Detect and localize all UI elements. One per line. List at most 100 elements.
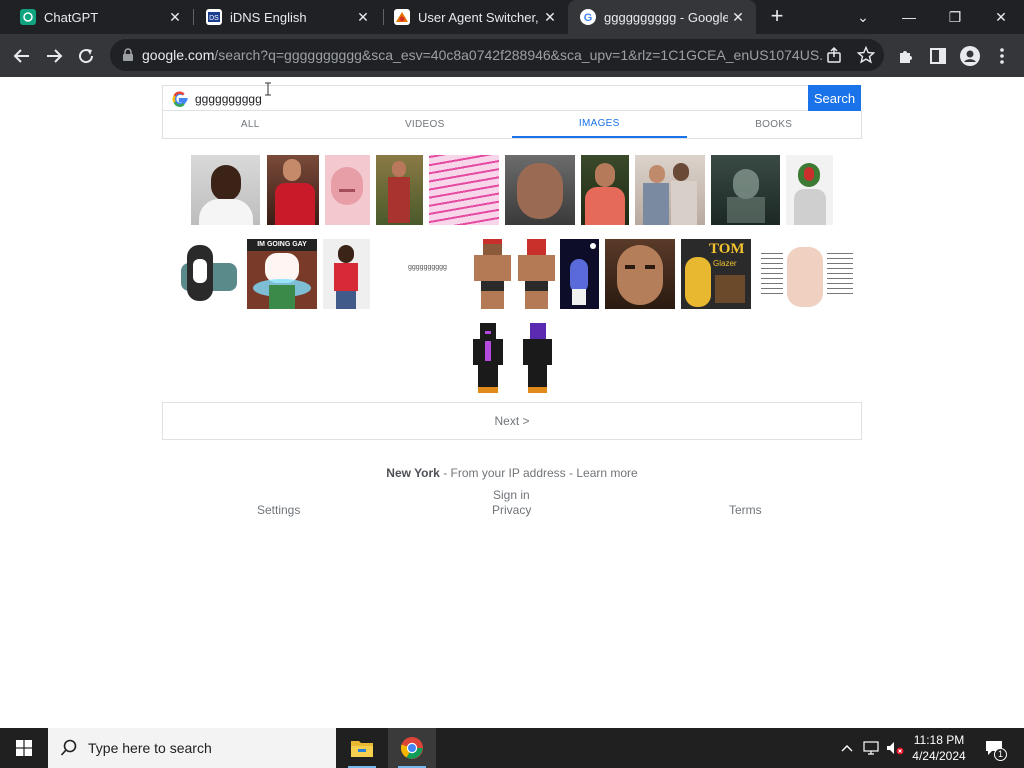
- screen: { "browser": { "tabs": [ {"title": "Chat…: [0, 0, 1024, 768]
- address-bar[interactable]: google.com/search?q=gggggggggg&sca_esv=4…: [110, 39, 884, 71]
- image-result[interactable]: [429, 155, 499, 225]
- image-result[interactable]: [191, 155, 260, 225]
- back-arrow-icon: [13, 49, 29, 63]
- tab-title: gggggggggg - Google: [604, 9, 728, 25]
- tab-google-search[interactable]: G gggggggggg - Google ✕: [568, 0, 756, 34]
- location-city: New York: [386, 466, 440, 480]
- search-icon: [60, 739, 77, 756]
- image-result[interactable]: [523, 323, 552, 393]
- search-tabs: ALL VIDEOS IMAGES BOOKS: [162, 111, 862, 139]
- terms-link[interactable]: Terms: [729, 503, 762, 517]
- image-result[interactable]: [177, 239, 237, 309]
- image-result-text[interactable]: gggggggggg: [408, 264, 447, 271]
- image-result[interactable]: [757, 239, 857, 309]
- volume-muted-icon: [887, 742, 904, 755]
- next-page-button[interactable]: Next >: [162, 402, 862, 440]
- image-result[interactable]: [267, 155, 319, 225]
- sign-in-link[interactable]: Sign in: [493, 488, 530, 502]
- clock[interactable]: 11:18 PM 4/24/2024: [904, 732, 974, 764]
- tab-search-chevron-icon[interactable]: ⌄: [840, 0, 886, 34]
- clock-time: 11:18 PM: [913, 733, 965, 747]
- chrome-taskbar-button[interactable]: [388, 728, 436, 768]
- image-result[interactable]: [518, 239, 555, 309]
- search-button[interactable]: Search: [808, 85, 861, 111]
- google-logo-icon: [172, 91, 188, 107]
- share-icon[interactable]: [825, 46, 843, 64]
- tab-user-agent-switcher[interactable]: User Agent Switcher, U ✕: [374, 0, 568, 34]
- tab-books[interactable]: BOOKS: [687, 111, 862, 138]
- forward-button[interactable]: [40, 42, 68, 70]
- back-button[interactable]: [8, 42, 36, 70]
- side-panel-icon[interactable]: [928, 46, 948, 66]
- start-button[interactable]: [0, 728, 48, 768]
- image-result[interactable]: [605, 239, 675, 309]
- windows-taskbar: Type here to search 11:18 PM 4/24/2024 1: [0, 728, 1024, 768]
- image-result[interactable]: [323, 239, 370, 309]
- browser-toolbar: google.com/search?q=gggggggggg&sca_esv=4…: [0, 34, 1024, 77]
- tab-close-icon[interactable]: ✕: [540, 9, 560, 26]
- image-result[interactable]: [711, 155, 780, 225]
- profile-avatar-icon[interactable]: [960, 46, 980, 66]
- text-cursor-icon: [265, 82, 271, 96]
- tab-title: User Agent Switcher, U: [418, 9, 540, 25]
- tab-all[interactable]: ALL: [163, 111, 338, 138]
- location-line: New York - From your IP address - Learn …: [0, 466, 1024, 480]
- browser-tab-strip: ChatGPT ✕ DS iDNS English ✕ User Agent S…: [0, 0, 1024, 34]
- windows-logo-icon: [16, 740, 32, 756]
- tab-images[interactable]: IMAGES: [512, 111, 687, 138]
- search-results-page: gggggggggg Search ALL VIDEOS IMAGES BOOK…: [0, 77, 1024, 728]
- image-result[interactable]: TOM Glazer: [681, 239, 751, 309]
- tab-close-icon[interactable]: ✕: [353, 9, 373, 26]
- user-agent-switcher-icon: [394, 9, 410, 25]
- image-result[interactable]: [635, 155, 705, 225]
- image-result[interactable]: IM GOING GAY: [247, 239, 317, 309]
- forward-arrow-icon: [47, 49, 63, 63]
- volume-button[interactable]: [884, 728, 906, 768]
- google-icon: G: [580, 9, 596, 25]
- reload-button[interactable]: [72, 42, 100, 70]
- idns-icon: DS: [206, 9, 222, 25]
- taskbar-search-box[interactable]: Type here to search: [48, 728, 336, 768]
- tab-title: iDNS English: [230, 9, 307, 25]
- privacy-link[interactable]: Privacy: [492, 503, 531, 517]
- folder-icon: [351, 741, 373, 757]
- show-hidden-icons-button[interactable]: [836, 728, 858, 768]
- chevron-up-icon: [841, 745, 853, 752]
- image-result[interactable]: [560, 239, 599, 309]
- restore-button[interactable]: ❐: [932, 0, 978, 34]
- close-window-button[interactable]: ✕: [978, 0, 1024, 34]
- image-caption: TOM: [709, 241, 745, 257]
- image-caption: IM GOING GAY: [247, 239, 317, 251]
- image-result[interactable]: [473, 323, 503, 393]
- image-result[interactable]: [505, 155, 575, 225]
- url-path: /search?q=gggggggggg&sca_esv=40c8a0742f2…: [214, 47, 822, 63]
- image-result[interactable]: [376, 155, 423, 225]
- location-text[interactable]: - From your IP address - Learn more: [440, 466, 638, 480]
- settings-link[interactable]: Settings: [257, 503, 300, 517]
- chatgpt-icon: [20, 9, 36, 25]
- file-explorer-button[interactable]: [338, 728, 386, 768]
- menu-kebab-icon[interactable]: [992, 46, 1012, 66]
- lock-icon[interactable]: [122, 48, 134, 62]
- tab-title: ChatGPT: [44, 9, 99, 25]
- tab-close-icon[interactable]: ✕: [165, 9, 185, 26]
- image-result[interactable]: [474, 239, 511, 309]
- chrome-icon: [400, 737, 423, 759]
- new-tab-button[interactable]: +: [766, 5, 788, 27]
- url-text[interactable]: google.com/search?q=gggggggggg&sca_esv=4…: [142, 47, 822, 63]
- tab-chatgpt[interactable]: ChatGPT ✕: [0, 0, 193, 34]
- notification-center-button[interactable]: 1: [980, 728, 1008, 768]
- tab-videos[interactable]: VIDEOS: [338, 111, 513, 138]
- extensions-puzzle-icon[interactable]: [896, 46, 916, 66]
- search-input[interactable]: gggggggggg: [162, 85, 808, 111]
- tab-close-icon[interactable]: ✕: [728, 9, 748, 26]
- network-icon: [863, 741, 879, 755]
- bookmark-star-icon[interactable]: [857, 46, 875, 64]
- image-result[interactable]: [786, 155, 833, 225]
- svg-text:DS: DS: [209, 15, 219, 22]
- image-result[interactable]: [325, 155, 370, 225]
- network-button[interactable]: [860, 728, 882, 768]
- image-result[interactable]: [581, 155, 629, 225]
- minimize-button[interactable]: —: [886, 0, 932, 34]
- tab-idns[interactable]: DS iDNS English ✕: [186, 0, 381, 34]
